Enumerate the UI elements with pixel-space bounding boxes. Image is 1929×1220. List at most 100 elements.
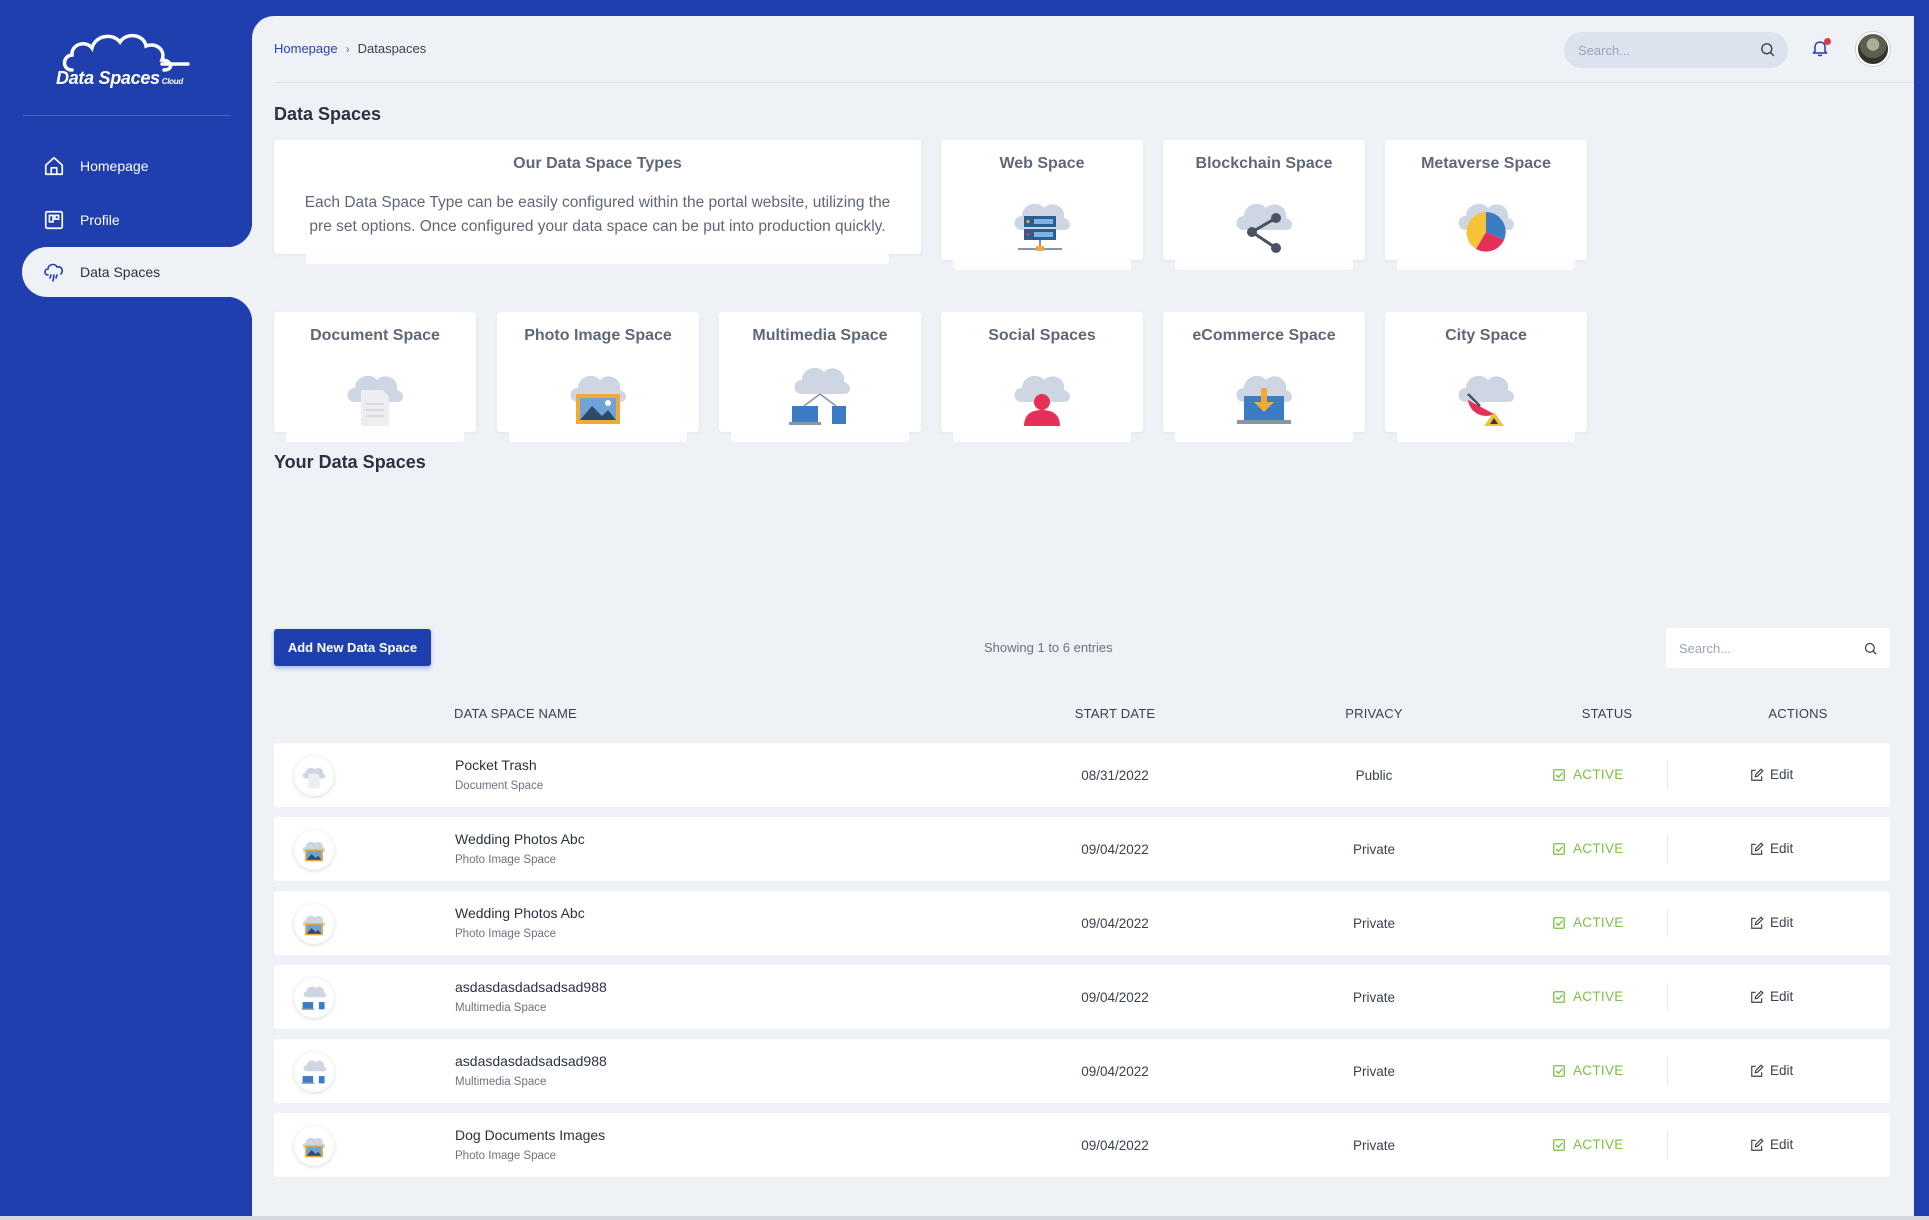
cloud-photo-icon — [566, 364, 630, 433]
edit-button[interactable]: Edit — [1750, 1063, 1793, 1078]
type-card-label: Social Spaces — [988, 327, 1096, 344]
search-icon[interactable] — [1759, 41, 1776, 63]
breadcrumb: Homepage › Dataspaces — [274, 41, 426, 56]
type-card-label: Multimedia Space — [752, 327, 888, 344]
row-thumbnail — [294, 1052, 334, 1092]
edit-button[interactable]: Edit — [1750, 989, 1793, 1004]
row-name[interactable]: Wedding Photos Abc — [455, 905, 585, 921]
profile-card-icon — [42, 208, 66, 232]
window-bottom-edge — [0, 1216, 1929, 1220]
row-start-date: 09/04/2022 — [1081, 916, 1149, 931]
sidebar-item-data-spaces[interactable]: Data Spaces — [22, 222, 252, 322]
cloud-devices-icon — [301, 986, 327, 1010]
row-status: ACTIVE — [1552, 1137, 1624, 1152]
row-name[interactable]: asdasdasdadsadsad988 — [455, 979, 607, 995]
row-type: Multimedia Space — [455, 1076, 547, 1088]
sidebar-item-label: Homepage — [80, 158, 149, 174]
cloud-devices-icon — [301, 1060, 327, 1084]
type-card-ecommerce-space[interactable]: eCommerce Space — [1163, 312, 1365, 442]
status-label: ACTIVE — [1573, 989, 1624, 1004]
table-row[interactable]: Wedding Photos Abc Photo Image Space 09/… — [274, 817, 1890, 881]
edit-button[interactable]: Edit — [1750, 841, 1793, 856]
edit-icon — [1751, 767, 1764, 781]
type-card-blockchain-space[interactable]: Blockchain Space — [1163, 140, 1365, 270]
breadcrumb-home-link[interactable]: Homepage — [274, 41, 338, 56]
status-label: ACTIVE — [1573, 915, 1624, 930]
cloud-document-icon — [302, 767, 326, 789]
sidebar-item-label: Profile — [80, 212, 120, 228]
table-search-input[interactable] — [1679, 640, 1859, 656]
type-card-multimedia-space[interactable]: Multimedia Space — [719, 312, 921, 442]
row-name[interactable]: asdasdasdadsadsad988 — [455, 1053, 607, 1069]
table-row[interactable]: asdasdasdadsadsad988 Multimedia Space 09… — [274, 965, 1890, 1029]
table-search — [1666, 628, 1890, 668]
row-thumbnail — [294, 830, 334, 870]
sidebar-item-profile[interactable]: Profile — [22, 195, 252, 245]
cloud-share-icon — [1232, 192, 1296, 261]
edit-button[interactable]: Edit — [1750, 1137, 1793, 1152]
main-content: Homepage › Dataspaces Data Spaces Our Da… — [252, 16, 1914, 1220]
type-card-label: Photo Image Space — [524, 327, 672, 344]
column-header-actions[interactable]: ACTIONS — [1743, 706, 1853, 721]
row-name[interactable]: Wedding Photos Abc — [455, 831, 585, 847]
brand-logo[interactable]: Data Spaces Cloud — [52, 30, 192, 94]
type-card-city-space[interactable]: City Space — [1385, 312, 1587, 442]
edit-icon — [1751, 1063, 1764, 1077]
row-name[interactable]: Pocket Trash — [455, 757, 537, 773]
row-type: Multimedia Space — [455, 1002, 547, 1014]
edit-label: Edit — [1770, 1137, 1794, 1152]
edit-button[interactable]: Edit — [1750, 767, 1793, 782]
status-label: ACTIVE — [1573, 841, 1624, 856]
cloud-server-icon — [1010, 192, 1074, 261]
type-card-social-spaces[interactable]: Social Spaces — [941, 312, 1143, 442]
add-data-space-button[interactable]: Add New Data Space — [274, 629, 431, 666]
type-card-label: eCommerce Space — [1192, 327, 1336, 344]
edit-button[interactable]: Edit — [1750, 915, 1793, 930]
row-start-date: 09/04/2022 — [1081, 990, 1149, 1005]
search-icon[interactable] — [1863, 641, 1878, 661]
type-card-label: Blockchain Space — [1195, 155, 1333, 172]
table-row[interactable]: Pocket Trash Document Space 08/31/2022 P… — [274, 743, 1890, 807]
row-start-date: 09/04/2022 — [1081, 842, 1149, 857]
column-header-start-date[interactable]: START DATE — [1055, 706, 1175, 721]
edit-label: Edit — [1770, 915, 1794, 930]
breadcrumb-separator: › — [345, 41, 350, 56]
status-label: ACTIVE — [1573, 767, 1624, 782]
type-card-web-space[interactable]: Web Space — [941, 140, 1143, 270]
user-avatar[interactable] — [1856, 32, 1890, 66]
notifications-bell-icon[interactable] — [1810, 38, 1832, 60]
table-row[interactable]: asdasdasdadsadsad988 Multimedia Space 09… — [274, 1039, 1890, 1103]
row-type: Photo Image Space — [455, 1150, 557, 1162]
cloud-pie-chart-icon — [1454, 192, 1518, 261]
brand-name: Data Spaces — [56, 68, 160, 88]
type-card-metaverse-space[interactable]: Metaverse Space — [1385, 140, 1587, 270]
type-card-photo-image-space[interactable]: Photo Image Space — [497, 312, 699, 442]
row-type: Document Space — [455, 780, 544, 792]
row-privacy: Private — [1352, 916, 1396, 931]
edit-icon — [1751, 841, 1764, 855]
edit-icon — [1751, 989, 1764, 1003]
row-status: ACTIVE — [1552, 915, 1624, 930]
sidebar-item-homepage[interactable]: Homepage — [22, 141, 252, 191]
row-type: Photo Image Space — [455, 928, 557, 940]
row-privacy: Private — [1352, 842, 1396, 857]
row-privacy: Public — [1355, 768, 1393, 783]
type-card-document-space[interactable]: Document Space — [274, 312, 476, 442]
column-header-privacy[interactable]: PRIVACY — [1314, 706, 1434, 721]
row-thumbnail — [294, 1126, 334, 1166]
table-row[interactable]: Wedding Photos Abc Photo Image Space 09/… — [274, 891, 1890, 955]
type-card-label: City Space — [1445, 327, 1527, 344]
global-search-input[interactable] — [1578, 42, 1748, 58]
edit-label: Edit — [1770, 1063, 1794, 1078]
type-card-label: Metaverse Space — [1421, 155, 1551, 172]
row-status: ACTIVE — [1552, 767, 1624, 782]
column-header-name[interactable]: DATA SPACE NAME — [454, 706, 577, 721]
column-header-status[interactable]: STATUS — [1552, 706, 1662, 721]
check-square-icon — [1553, 1064, 1565, 1077]
table-row[interactable]: Dog Documents Images Photo Image Space 0… — [274, 1113, 1890, 1177]
row-name[interactable]: Dog Documents Images — [455, 1127, 605, 1143]
cloud-person-icon — [1010, 364, 1074, 433]
row-privacy: Private — [1352, 1138, 1396, 1153]
cloud-photo-icon — [302, 915, 326, 936]
status-label: ACTIVE — [1573, 1063, 1624, 1078]
